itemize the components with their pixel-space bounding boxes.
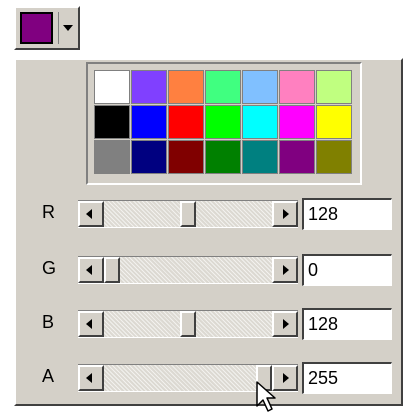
channel-row-r: R 128: [16, 196, 405, 232]
channel-value-field[interactable]: 128: [302, 308, 392, 340]
palette-swatch[interactable]: [131, 140, 167, 174]
channel-label: G: [42, 258, 57, 278]
palette-swatch[interactable]: [316, 140, 352, 174]
palette-swatch[interactable]: [242, 70, 278, 104]
palette-swatch[interactable]: [279, 105, 315, 139]
channel-row-b: B 128: [16, 306, 405, 342]
palette-swatch[interactable]: [242, 105, 278, 139]
palette-swatch[interactable]: [131, 105, 167, 139]
arrow-left-icon[interactable]: [78, 257, 104, 283]
channel-value-field[interactable]: 128: [302, 198, 392, 230]
arrow-left-icon[interactable]: [78, 365, 104, 391]
palette-swatch[interactable]: [94, 70, 130, 104]
palette-swatch[interactable]: [131, 70, 167, 104]
palette-swatch[interactable]: [205, 105, 241, 139]
current-color-swatch[interactable]: [20, 12, 53, 44]
chevron-down-icon[interactable]: [58, 12, 76, 44]
arrow-left-icon[interactable]: [78, 311, 104, 337]
palette-swatch[interactable]: [205, 70, 241, 104]
channel-slider[interactable]: [78, 200, 298, 228]
palette-swatch[interactable]: [168, 70, 204, 104]
channel-row-a: A 255: [16, 360, 405, 396]
color-picker-button[interactable]: [14, 6, 80, 50]
channel-value-field[interactable]: 255: [302, 362, 392, 394]
mouse-pointer-icon: [256, 381, 276, 412]
slider-thumb[interactable]: [104, 257, 120, 283]
arrow-right-icon[interactable]: [272, 201, 298, 227]
channel-slider[interactable]: [78, 256, 298, 284]
channel-label: R: [42, 202, 55, 222]
palette-swatch[interactable]: [205, 140, 241, 174]
palette-swatch[interactable]: [94, 105, 130, 139]
palette-swatch[interactable]: [279, 70, 315, 104]
palette-swatch[interactable]: [94, 140, 130, 174]
channel-label: A: [42, 366, 55, 386]
arrow-left-icon[interactable]: [78, 201, 104, 227]
palette-swatch[interactable]: [168, 140, 204, 174]
slider-thumb[interactable]: [180, 311, 197, 337]
arrow-right-icon[interactable]: [272, 311, 298, 337]
channel-value-field[interactable]: 0: [302, 254, 392, 286]
channel-slider[interactable]: [78, 310, 298, 338]
color-popup-panel: R 128 G 0 B 128 A 255: [14, 58, 403, 406]
arrow-right-icon[interactable]: [272, 257, 298, 283]
palette-swatch[interactable]: [316, 105, 352, 139]
slider-thumb[interactable]: [180, 201, 197, 227]
palette-swatch[interactable]: [168, 105, 204, 139]
palette-swatch[interactable]: [242, 140, 278, 174]
palette-swatch[interactable]: [279, 140, 315, 174]
palette-swatch[interactable]: [316, 70, 352, 104]
channel-row-g: G 0: [16, 252, 405, 288]
channel-label: B: [42, 312, 55, 332]
color-palette: [86, 62, 362, 185]
